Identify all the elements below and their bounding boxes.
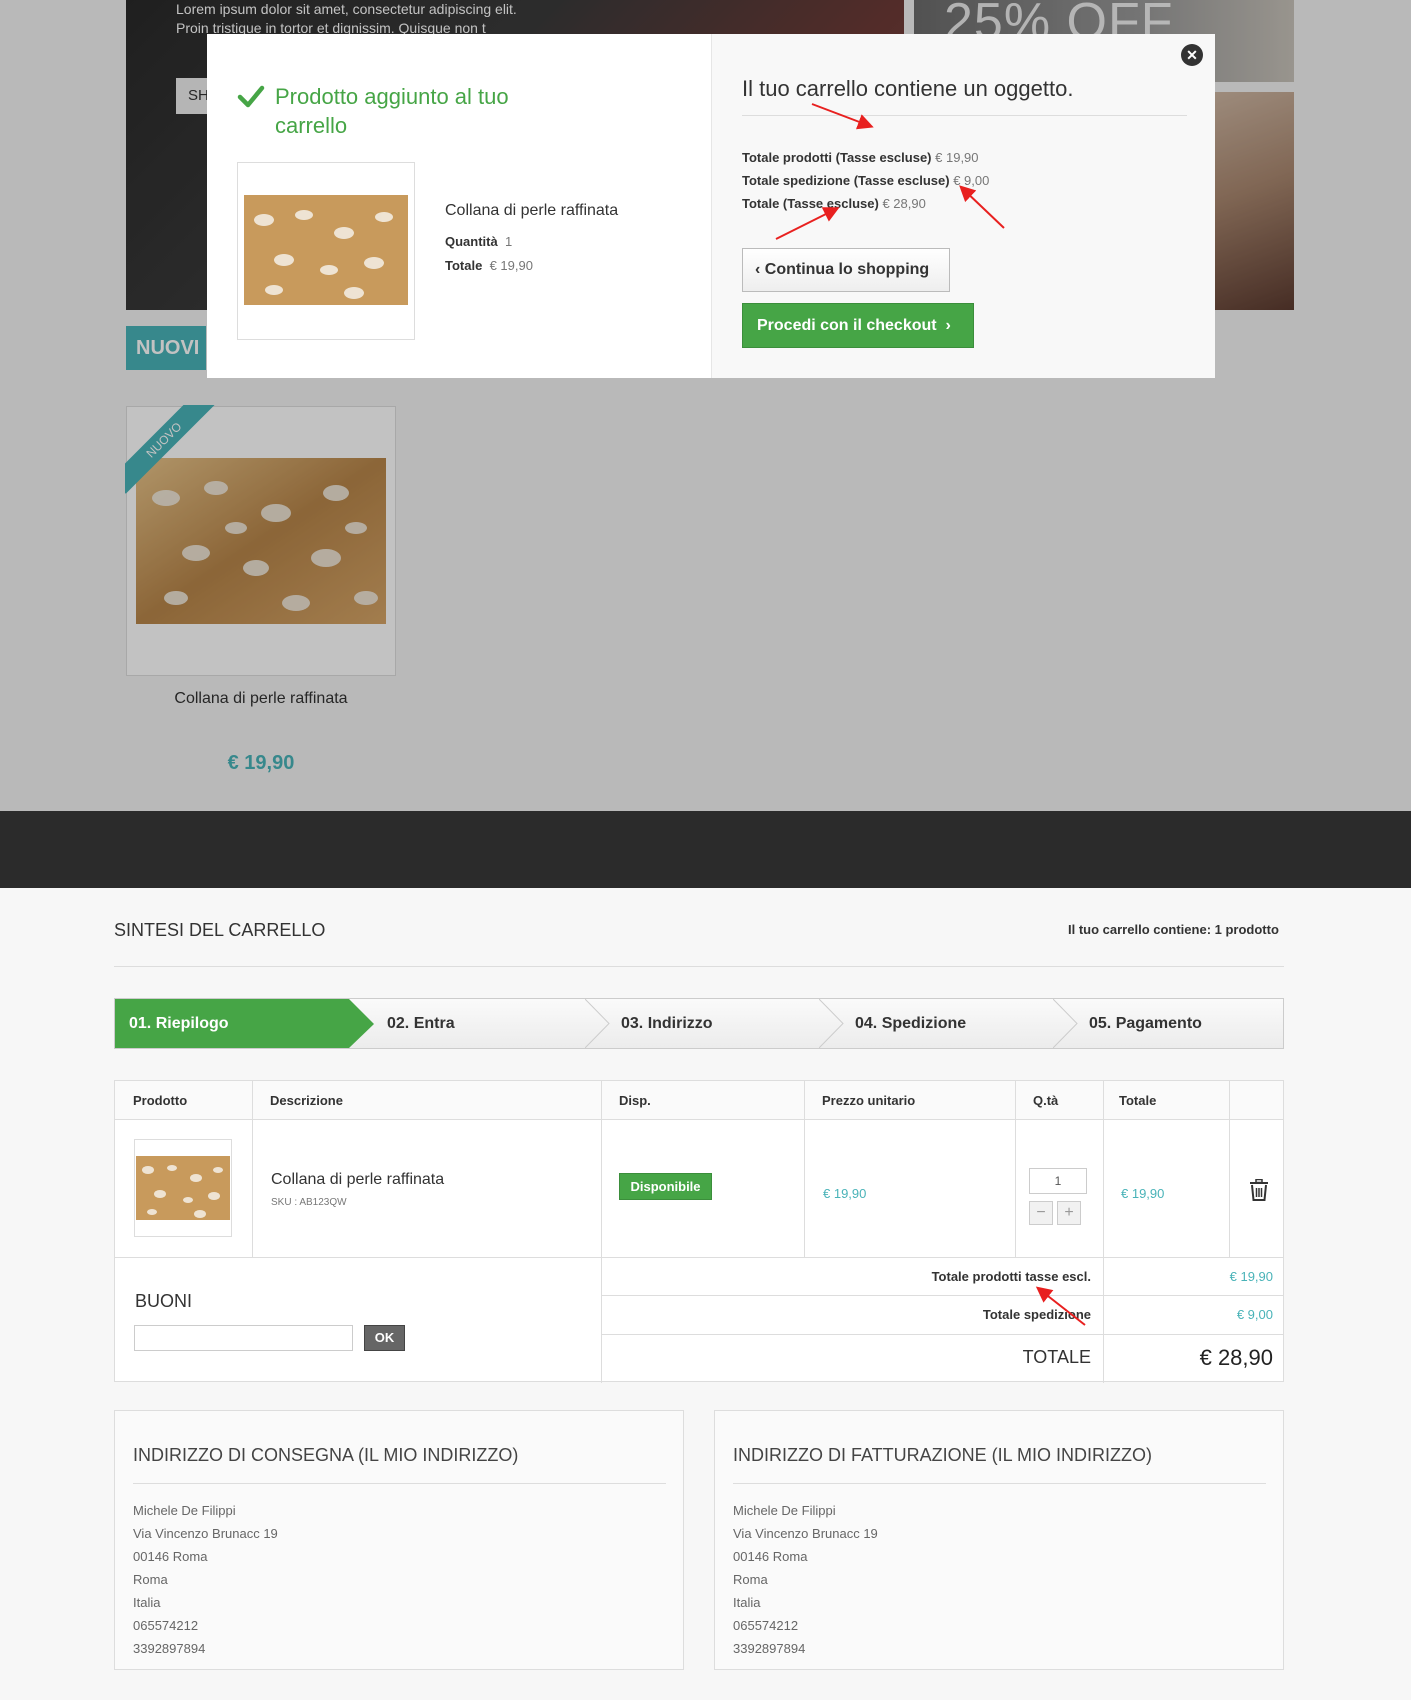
col-product: Prodotto xyxy=(115,1081,252,1120)
quantity-increase-button[interactable]: + xyxy=(1057,1201,1081,1225)
step-login[interactable]: 02. Entra xyxy=(387,999,587,1048)
annotation-arrow xyxy=(1035,1286,1086,1326)
step-separator xyxy=(585,999,610,1048)
modal-left-panel: Prodotto aggiunto al tuo carrello Collan… xyxy=(207,34,711,378)
divider xyxy=(733,1483,1266,1484)
col-availability: Disp. xyxy=(601,1081,804,1120)
unit-price: € 19,90 xyxy=(823,1186,867,1201)
grid-line xyxy=(601,1295,1283,1296)
grid-line xyxy=(1103,1081,1104,1383)
cart-table: Prodotto Descrizione Disp. Prezzo unitar… xyxy=(114,1080,1284,1383)
modal-product-thumbnail xyxy=(237,162,415,340)
page-title: SINTESI DEL CARRELLO xyxy=(114,920,326,940)
grid-line xyxy=(601,1081,602,1383)
total-label: Totale xyxy=(445,258,483,273)
grid-line xyxy=(1015,1081,1016,1257)
add-to-cart-modal: Prodotto aggiunto al tuo carrello Collan… xyxy=(207,34,1215,378)
divider xyxy=(114,966,1284,967)
screenshot-separator xyxy=(0,811,1411,888)
grid-line xyxy=(252,1081,253,1257)
modal-product-image xyxy=(244,195,408,305)
cart-count: Il tuo carrello contiene: 1 prodotto xyxy=(1068,922,1279,937)
added-title: Prodotto aggiunto al tuo carrello xyxy=(275,84,509,138)
product-page-with-modal: Lorem ipsum dolor sit amet, consectetur … xyxy=(0,0,1411,811)
address-line: Via Vincenzo Brunacc 19 xyxy=(733,1526,878,1541)
billing-address-title: INDIRIZZO DI FATTURAZIONE (IL MIO INDIRI… xyxy=(733,1445,1152,1465)
quantity-decrease-button[interactable]: − xyxy=(1029,1201,1053,1225)
step-shipping[interactable]: 04. Spedizione xyxy=(855,999,1055,1048)
address-line: 065574212 xyxy=(133,1618,199,1633)
grid-line xyxy=(115,1257,1283,1258)
vouchers-title: BUONI xyxy=(135,1291,193,1311)
address-line: 00146 Roma xyxy=(133,1549,208,1564)
cart-summary-page: SINTESI DEL CARRELLO Il tuo carrello con… xyxy=(0,888,1411,1700)
address-line: 065574212 xyxy=(733,1618,799,1633)
col-actions xyxy=(1229,1081,1283,1120)
annotation-arrows xyxy=(775,103,1005,240)
total-value: € 19,90 xyxy=(489,258,533,273)
col-description: Descrizione xyxy=(252,1081,601,1120)
availability-badge: Disponibile xyxy=(619,1173,712,1200)
trash-icon[interactable] xyxy=(1249,1179,1269,1201)
address-line: 3392897894 xyxy=(133,1641,206,1656)
col-total: Totale xyxy=(1103,1081,1229,1120)
checkout-steps: 01. Riepilogo 02. Entra 03. Indirizzo 04… xyxy=(114,998,1284,1049)
close-icon[interactable]: ✕ xyxy=(1181,44,1203,66)
quantity-input[interactable]: 1 xyxy=(1029,1168,1087,1194)
quantity-value: 1 xyxy=(504,234,513,249)
voucher-code-input[interactable] xyxy=(134,1325,353,1351)
delivery-address-title: INDIRIZZO DI CONSEGNA (IL MIO INDIRIZZO) xyxy=(133,1445,519,1465)
address-line: Italia xyxy=(133,1595,161,1610)
billing-address-box: INDIRIZZO DI FATTURAZIONE (IL MIO INDIRI… xyxy=(714,1410,1284,1670)
step-separator xyxy=(819,999,844,1048)
address-line: 3392897894 xyxy=(733,1641,806,1656)
step-summary[interactable]: 01. Riepilogo xyxy=(115,999,374,1048)
col-quantity: Q.tà xyxy=(1015,1081,1103,1120)
grid-line xyxy=(601,1334,1283,1335)
checkmark-icon xyxy=(237,85,265,108)
address-line: Roma xyxy=(733,1572,768,1587)
step-payment[interactable]: 05. Pagamento xyxy=(1089,999,1279,1048)
grid-line xyxy=(1229,1081,1230,1257)
row-total: € 19,90 xyxy=(1121,1186,1165,1201)
step-separator xyxy=(1053,999,1078,1048)
modal-product-name: Collana di perle raffinata xyxy=(445,202,619,219)
grand-total-label: TOTALE xyxy=(1022,1347,1091,1367)
address-line: Michele De Filippi xyxy=(733,1503,836,1518)
address-line: 00146 Roma xyxy=(733,1549,808,1564)
cart-product-thumbnail[interactable] xyxy=(134,1139,232,1237)
step-address[interactable]: 03. Indirizzo xyxy=(621,999,821,1048)
cart-product-name[interactable]: Collana di perle raffinata xyxy=(271,1171,444,1189)
grid-line xyxy=(804,1081,805,1257)
cart-product-sku: SKU : AB123QW xyxy=(271,1197,347,1208)
address-line: Italia xyxy=(733,1595,761,1610)
address-line: Roma xyxy=(133,1572,168,1587)
voucher-ok-button[interactable]: OK xyxy=(364,1325,405,1351)
modal-right-panel: Il tuo carrello contiene un oggetto. Tot… xyxy=(711,34,1215,378)
cart-product-image xyxy=(136,1156,230,1220)
quantity-label: Quantità xyxy=(445,234,498,249)
modal-total: Totale € 19,90 xyxy=(445,258,533,273)
modal-quantity: Quantità 1 xyxy=(445,234,512,249)
delivery-address-box: INDIRIZZO DI CONSEGNA (IL MIO INDIRIZZO)… xyxy=(114,1410,684,1670)
divider xyxy=(133,1483,666,1484)
address-line: Via Vincenzo Brunacc 19 xyxy=(133,1526,278,1541)
address-line: Michele De Filippi xyxy=(133,1503,236,1518)
grand-total-value: € 28,90 xyxy=(1199,1345,1273,1370)
col-unit-price: Prezzo unitario xyxy=(804,1081,1015,1120)
